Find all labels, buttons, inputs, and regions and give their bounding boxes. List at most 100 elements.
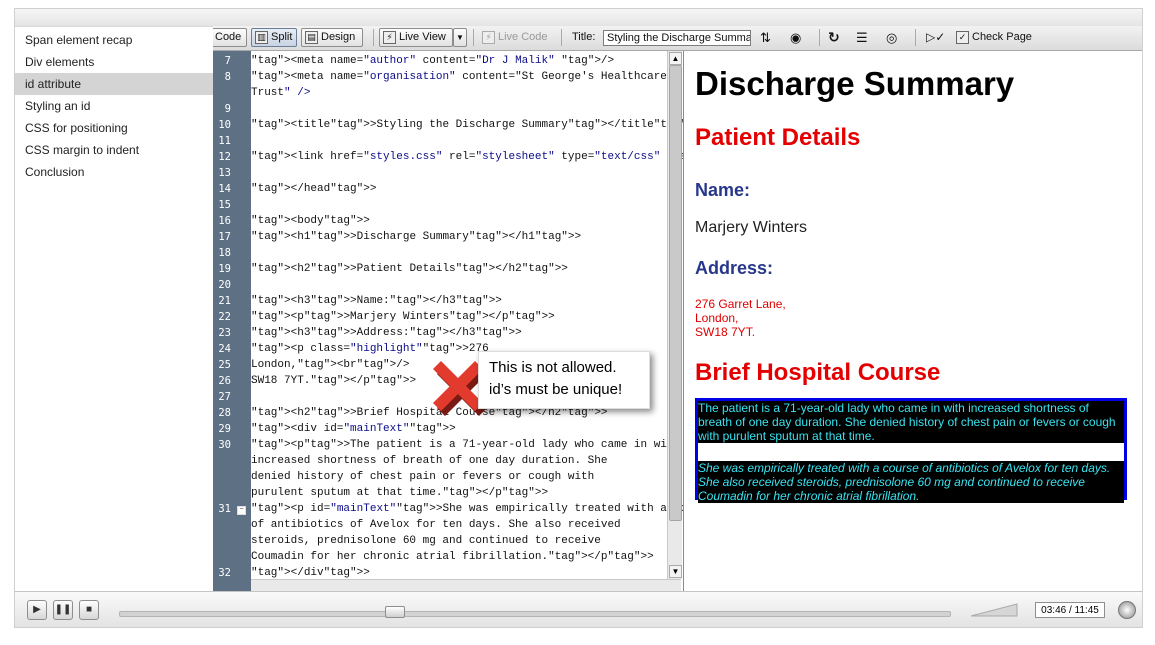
check-page-label: Check Page bbox=[972, 31, 1032, 43]
line-number: 26 bbox=[218, 375, 231, 387]
code-line[interactable]: "tag"><div id="mainText""tag">> bbox=[251, 421, 663, 437]
chapter-item[interactable]: Conclusion bbox=[15, 161, 213, 183]
file-transfer-icon: ⇅ bbox=[760, 30, 771, 45]
scrollbar-thumb[interactable] bbox=[669, 65, 682, 521]
code-line[interactable]: "tag"><p"tag">>The patient is a 71-year-… bbox=[251, 437, 680, 453]
preview-name-label: Name: bbox=[695, 180, 751, 200]
stop-button[interactable]: ■ bbox=[79, 600, 99, 620]
preview-paragraph-2: She was empirically treated with a cours… bbox=[698, 461, 1124, 503]
preview-paragraph-1: The patient is a 71-year-old lady who ca… bbox=[698, 401, 1124, 443]
code-line[interactable]: "tag"><h3"tag">>Name:"tag"></h3"tag">> bbox=[251, 293, 663, 309]
code-line[interactable]: increased shortness of breath of one day… bbox=[251, 453, 663, 469]
visual-aids-button[interactable]: ◎ bbox=[883, 28, 909, 47]
seek-bar[interactable] bbox=[119, 606, 951, 618]
code-line[interactable]: "tag"><h2"tag">>Patient Details"tag"></h… bbox=[251, 261, 663, 277]
split-view-button[interactable]: ▥ Split bbox=[251, 28, 297, 47]
address-line: SW18 7YT. bbox=[695, 325, 756, 339]
code-view-label: Code bbox=[215, 31, 242, 43]
line-number: 11 bbox=[218, 135, 231, 147]
code-line[interactable]: Trust" /> bbox=[251, 85, 663, 101]
address-line: 276 Garret Lane, bbox=[695, 297, 786, 311]
code-line[interactable]: "tag"><p id="mainText""tag">>She was emp… bbox=[251, 501, 683, 517]
toolbar-divider bbox=[915, 29, 916, 46]
callout-line-1: This is not allowed. bbox=[489, 359, 617, 376]
line-number: 7 bbox=[224, 55, 231, 67]
document-toolbar: Code ▥ Split ▤ Design ⚡ Live View ▼ ⚡ Li… bbox=[213, 26, 1142, 51]
video-header-band bbox=[213, 9, 1142, 27]
collapse-icon[interactable]: − bbox=[237, 506, 246, 515]
code-editor[interactable]: 7 "tag"><meta name="author" content="Dr J… bbox=[213, 51, 684, 591]
check-page-icon: ✓ bbox=[956, 31, 969, 44]
code-line[interactable]: steroids, prednisolone 60 mg and continu… bbox=[251, 533, 663, 549]
chapter-item[interactable]: id attribute bbox=[15, 73, 213, 95]
callout-bubble: This is not allowed. id’s must be unique… bbox=[478, 351, 650, 409]
play-button[interactable]: ▶ bbox=[27, 600, 47, 620]
toolbar-divider bbox=[473, 29, 474, 46]
line-number: 29 bbox=[218, 423, 231, 435]
globe-icon: ◉ bbox=[790, 30, 802, 45]
stop-icon: ■ bbox=[85, 604, 93, 615]
view-options-button[interactable]: ☰ bbox=[853, 28, 879, 47]
code-line[interactable]: "tag"><p"tag">>Marjery Winters"tag"></p"… bbox=[251, 309, 663, 325]
scroll-up-icon[interactable]: ▲ bbox=[669, 52, 682, 65]
split-view-label: Split bbox=[271, 31, 293, 43]
preview-in-browser-button[interactable]: ◉ bbox=[787, 28, 813, 47]
preview-name-value: Marjery Winters bbox=[695, 219, 808, 236]
help-icon[interactable] bbox=[1118, 601, 1136, 619]
code-line[interactable]: "tag"><body"tag">> bbox=[251, 213, 663, 229]
live-view-button[interactable]: ⚡ Live View bbox=[379, 28, 453, 47]
chapter-items: Span element recap Div elements id attribu… bbox=[15, 27, 213, 183]
code-horizontal-scrollbar[interactable] bbox=[251, 579, 681, 591]
line-number: 28 bbox=[218, 407, 231, 419]
live-view-label: Live View bbox=[399, 31, 446, 43]
scroll-down-icon[interactable]: ▼ bbox=[669, 565, 682, 578]
live-code-button[interactable]: ⚡ Live Code bbox=[479, 28, 555, 47]
title-input[interactable]: Styling the Discharge Summar bbox=[603, 30, 751, 46]
code-line[interactable]: "tag"><title"tag">>Styling the Discharge… bbox=[251, 117, 683, 133]
main-text-div-selection[interactable]: The patient is a 71-year-old lady who ca… bbox=[695, 398, 1127, 503]
line-number: 25 bbox=[218, 359, 231, 371]
line-number: 18 bbox=[218, 247, 231, 259]
code-line[interactable]: "tag"></head"tag">> bbox=[251, 181, 663, 197]
code-line[interactable]: of antibiotics of Avelox for ten days. S… bbox=[251, 517, 663, 533]
callout-line-2: id’s must be unique! bbox=[489, 381, 623, 398]
code-line[interactable]: "tag"><link href="styles.css" rel="style… bbox=[251, 149, 683, 165]
preview-address: 276 Garret Lane, London, SW18 7YT. bbox=[695, 297, 786, 339]
chapter-item[interactable]: Span element recap bbox=[15, 29, 213, 51]
design-preview[interactable]: Discharge Summary Patient Details Name: … bbox=[685, 51, 1142, 591]
preview-heading-patient-details: Patient Details bbox=[695, 124, 861, 151]
chapter-item[interactable]: Div elements bbox=[15, 51, 213, 73]
refresh-button[interactable]: ↻ bbox=[825, 28, 847, 47]
player-frame: Span element recap Div elements id attribu… bbox=[14, 8, 1143, 628]
code-line[interactable]: "tag"><h1"tag">>Discharge Summary"tag"><… bbox=[251, 229, 663, 245]
live-view-dropdown-button[interactable]: ▼ bbox=[453, 28, 467, 47]
live-code-icon: ⚡ bbox=[482, 31, 495, 44]
line-number: 31 bbox=[218, 503, 231, 515]
code-view-button[interactable]: Code bbox=[213, 28, 247, 47]
volume-slider[interactable] bbox=[971, 602, 1019, 618]
validate-markup-button[interactable]: ▷✓ bbox=[923, 28, 949, 47]
code-vertical-scrollbar[interactable]: ▲ ▼ bbox=[667, 51, 682, 579]
chevron-down-icon: ▼ bbox=[456, 33, 464, 42]
pause-button[interactable]: ❚❚ bbox=[53, 600, 73, 620]
line-number: 27 bbox=[218, 391, 231, 403]
code-line[interactable]: Coumadin for her chronic atrial fibrilla… bbox=[251, 549, 663, 565]
line-number: 16 bbox=[218, 215, 231, 227]
code-line[interactable]: "tag"><meta name="author" content="Dr J … bbox=[251, 53, 663, 69]
check-page-button[interactable]: ✓ Check Page bbox=[953, 28, 1045, 47]
chapter-item[interactable]: CSS for positioning bbox=[15, 117, 213, 139]
design-view-button[interactable]: ▤ Design bbox=[301, 28, 363, 47]
chapter-item[interactable]: Styling an id bbox=[15, 95, 213, 117]
seek-handle[interactable] bbox=[385, 606, 405, 618]
code-line[interactable]: "tag"><meta name="organisation" content=… bbox=[251, 69, 667, 85]
line-number: 17 bbox=[218, 231, 231, 243]
code-line[interactable]: purulent sputum at that time."tag"></p"t… bbox=[251, 485, 663, 501]
code-line[interactable]: "tag"><h3"tag">>Address:"tag"></h3"tag">… bbox=[251, 325, 663, 341]
chapter-item[interactable]: CSS margin to indent bbox=[15, 139, 213, 161]
play-icon: ▶ bbox=[33, 604, 41, 615]
line-number: 20 bbox=[218, 279, 231, 291]
video-area: Code ▥ Split ▤ Design ⚡ Live View ▼ ⚡ Li… bbox=[213, 9, 1142, 591]
line-number: 32 bbox=[218, 567, 231, 579]
code-line[interactable]: denied history of chest pain or fevers o… bbox=[251, 469, 663, 485]
file-management-button[interactable]: ⇅ bbox=[757, 28, 783, 47]
